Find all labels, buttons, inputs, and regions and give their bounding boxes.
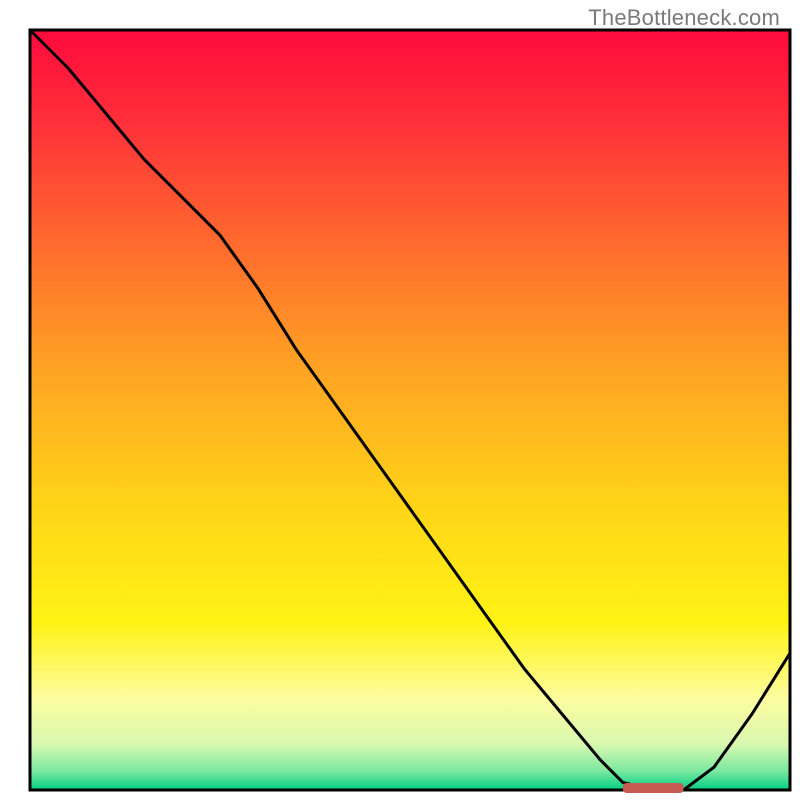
watermark-text: TheBottleneck.com xyxy=(588,5,780,31)
plot-background xyxy=(30,30,790,790)
bottleneck-chart: TheBottleneck.com xyxy=(0,0,800,800)
chart-svg xyxy=(0,0,800,800)
optimal-region-marker xyxy=(623,783,684,793)
